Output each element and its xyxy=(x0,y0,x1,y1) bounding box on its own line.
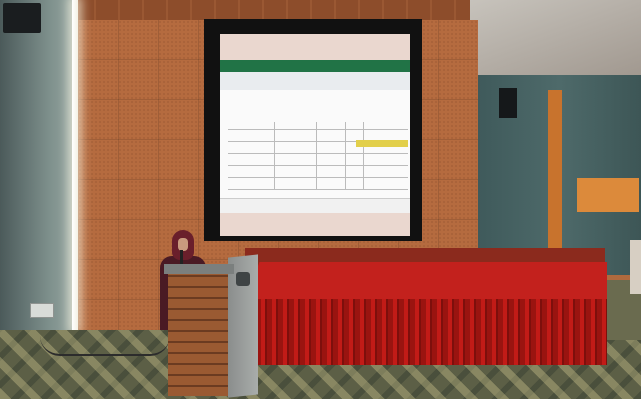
orange-pillar xyxy=(548,90,562,270)
auditorium-scene xyxy=(0,0,641,399)
left-wall-panel xyxy=(0,0,72,330)
orange-wall-panel xyxy=(577,178,639,212)
spreadsheet-ribbon xyxy=(220,72,410,90)
podium-top xyxy=(164,264,234,274)
podium-front xyxy=(168,270,232,396)
right-speaker xyxy=(499,88,517,118)
spreadsheet-grid xyxy=(228,122,408,190)
podium xyxy=(164,254,258,398)
spreadsheet-title-bar xyxy=(220,60,410,72)
floor-cable xyxy=(40,336,170,356)
highlighted-cells xyxy=(356,140,408,147)
left-speaker xyxy=(3,3,41,33)
spreadsheet-status-bar xyxy=(220,198,410,213)
wall-outlet xyxy=(30,303,54,318)
stage-skirt xyxy=(245,299,607,365)
stage-top xyxy=(245,262,607,300)
podium-logo-icon xyxy=(236,272,250,286)
chair xyxy=(630,240,641,294)
vertical-light-strip xyxy=(72,0,78,330)
